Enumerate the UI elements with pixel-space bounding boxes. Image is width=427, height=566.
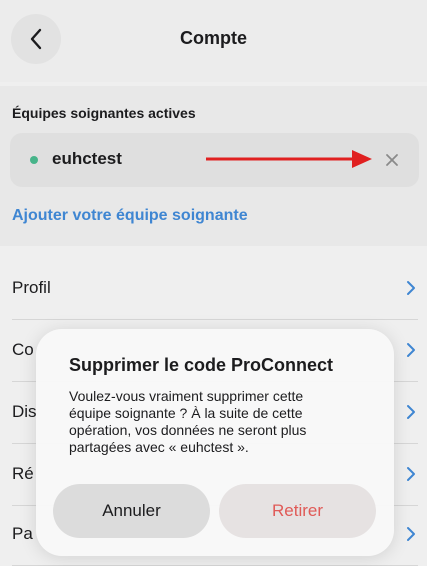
add-care-team-link[interactable]: Ajouter votre équipe soignante (12, 207, 248, 225)
top-bar: Compte (0, 0, 427, 82)
cancel-button[interactable]: Annuler (53, 484, 210, 538)
dialog-title: Supprimer le code ProConnect (69, 355, 334, 375)
chevron-right-icon (407, 527, 415, 541)
chevron-right-icon (407, 467, 415, 481)
menu-item-label: Profil (12, 278, 51, 297)
menu-item-label: Pa (12, 524, 33, 543)
team-name: euhctest (52, 149, 122, 168)
chevron-right-icon (407, 343, 415, 357)
close-icon (386, 154, 398, 166)
page-title: Compte (180, 28, 247, 48)
status-dot-icon (30, 156, 38, 164)
remove-team-button[interactable] (383, 151, 401, 169)
chevron-right-icon (407, 281, 415, 295)
section-label-active-teams: Équipes soignantes actives (12, 105, 196, 121)
confirm-remove-dialog: Supprimer le code ProConnect Voulez-vous… (36, 329, 394, 556)
dialog-message: Voulez-vous vraiment supprimer cette équ… (69, 388, 307, 455)
menu-item-label: Ré (12, 464, 34, 483)
chevron-right-icon (407, 405, 415, 419)
menu-item-label: Co (12, 340, 34, 359)
menu-item-profil[interactable]: Profil (12, 258, 418, 320)
menu-item-label: Dis (12, 402, 37, 421)
red-arrow-annotation-icon (206, 150, 372, 168)
remove-button[interactable]: Retirer (219, 484, 376, 538)
